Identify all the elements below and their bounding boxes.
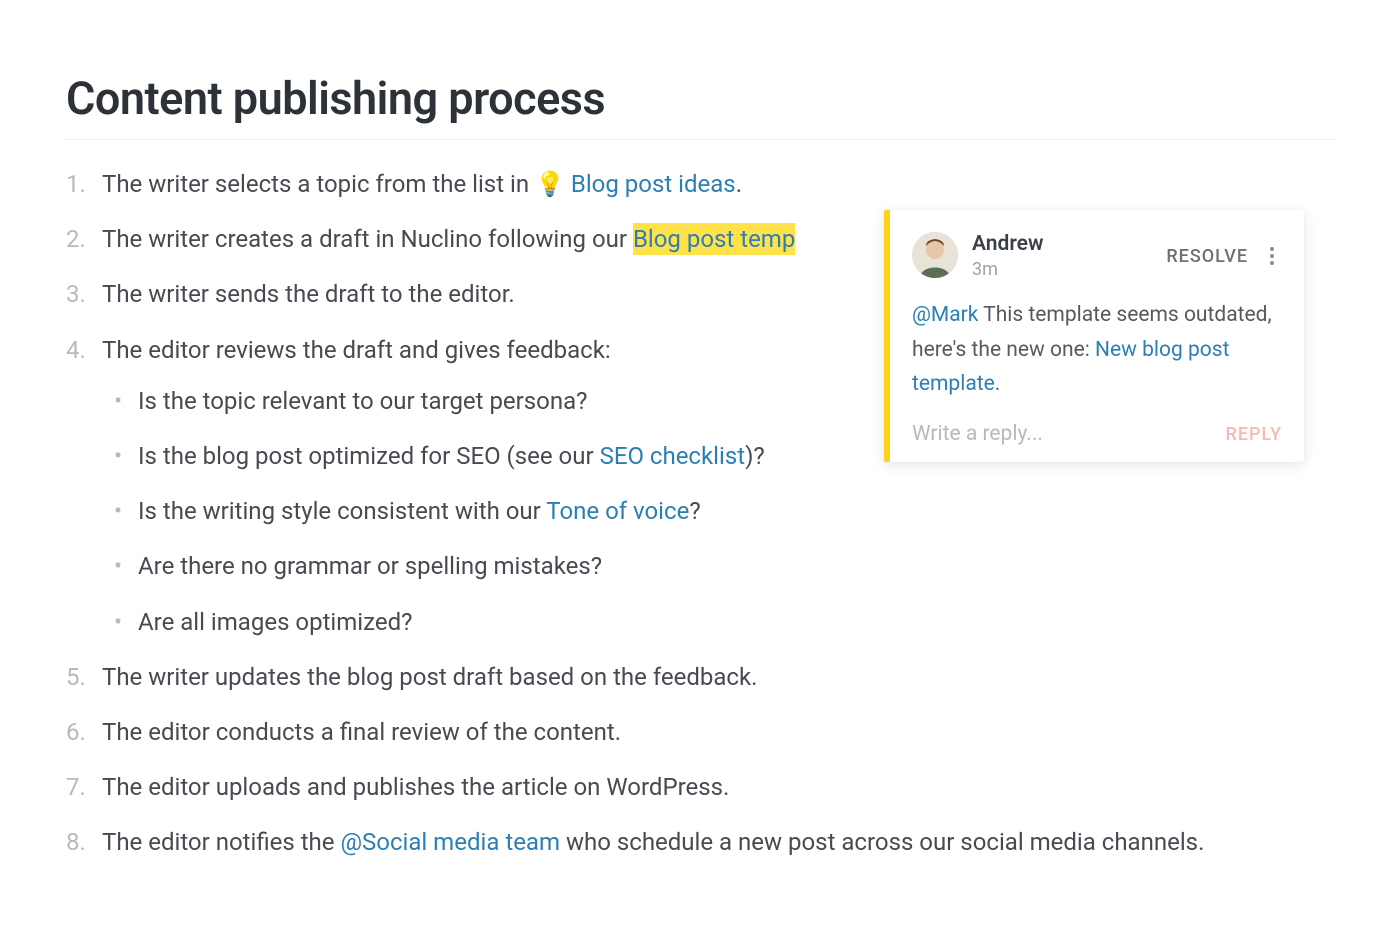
- list-text: Are all images optimized?: [138, 608, 412, 636]
- list-text: The editor conducts a final review of th…: [102, 718, 621, 746]
- list-text: The editor uploads and publishes the art…: [102, 773, 729, 801]
- list-text: Is the topic relevant to our target pers…: [138, 387, 588, 415]
- list-text: The writer updates the blog post draft b…: [102, 663, 757, 691]
- mention-mark[interactable]: @Mark: [912, 303, 978, 327]
- page-title: Content publishing process: [66, 72, 1334, 140]
- lightbulb-icon: 💡: [535, 170, 565, 198]
- list-text: The writer sends the draft to the editor…: [102, 280, 515, 308]
- kebab-dot-icon: [1270, 247, 1274, 251]
- avatar-icon: [912, 232, 958, 278]
- comment-card: Andrew 3m RESOLVE @Mark This template se…: [884, 210, 1304, 462]
- comment-reply-row: REPLY: [912, 422, 1282, 446]
- reply-button[interactable]: REPLY: [1226, 424, 1282, 445]
- document-page: Content publishing process The writer se…: [0, 0, 1400, 919]
- comment-timestamp: 3m: [972, 259, 1166, 280]
- link-blog-post-template-highlighted[interactable]: Blog post temp: [633, 223, 795, 255]
- list-item[interactable]: Are there no grammar or spelling mistake…: [102, 548, 1334, 585]
- list-text: The writer creates a draft in Nuclino fo…: [102, 225, 633, 253]
- list-text: Is the blog post optimized for SEO (see …: [138, 442, 600, 470]
- reply-input[interactable]: [912, 422, 1226, 446]
- list-text: .: [736, 170, 742, 198]
- resolve-button[interactable]: RESOLVE: [1166, 246, 1248, 267]
- list-item[interactable]: The editor uploads and publishes the art…: [66, 769, 1334, 806]
- list-text: The editor reviews the draft and gives f…: [102, 336, 611, 364]
- link-blog-post-ideas[interactable]: Blog post ideas: [571, 170, 736, 198]
- comment-header: Andrew 3m RESOLVE: [912, 232, 1282, 280]
- list-text: Are there no grammar or spelling mistake…: [138, 552, 602, 580]
- list-text: )?: [745, 442, 765, 470]
- link-seo-checklist[interactable]: SEO checklist: [600, 442, 746, 470]
- list-text: The writer selects a topic from the list…: [102, 170, 535, 198]
- list-item[interactable]: The editor conducts a final review of th…: [66, 714, 1334, 751]
- comment-author-block: Andrew 3m: [972, 232, 1166, 280]
- list-text: The editor notifies the: [102, 828, 340, 856]
- link-tone-of-voice[interactable]: Tone of voice: [546, 497, 689, 525]
- list-item[interactable]: The writer updates the blog post draft b…: [66, 659, 1334, 696]
- list-item[interactable]: Are all images optimized?: [102, 604, 1334, 641]
- kebab-dot-icon: [1270, 261, 1274, 265]
- list-text: who schedule a new post across our socia…: [560, 828, 1204, 856]
- mention-social-media-team[interactable]: @Social media team: [340, 828, 560, 856]
- list-item[interactable]: The writer selects a topic from the list…: [66, 166, 1334, 203]
- list-text: ?: [689, 497, 700, 525]
- comment-author-name: Andrew: [972, 232, 1166, 257]
- comment-text: .: [995, 372, 1001, 396]
- more-options-button[interactable]: [1262, 243, 1282, 269]
- list-item[interactable]: The editor notifies the @Social media te…: [66, 824, 1334, 861]
- list-text: Is the writing style consistent with our: [138, 497, 546, 525]
- avatar[interactable]: [912, 232, 958, 278]
- kebab-dot-icon: [1270, 254, 1274, 258]
- comment-body: @Mark This template seems outdated, here…: [912, 298, 1282, 402]
